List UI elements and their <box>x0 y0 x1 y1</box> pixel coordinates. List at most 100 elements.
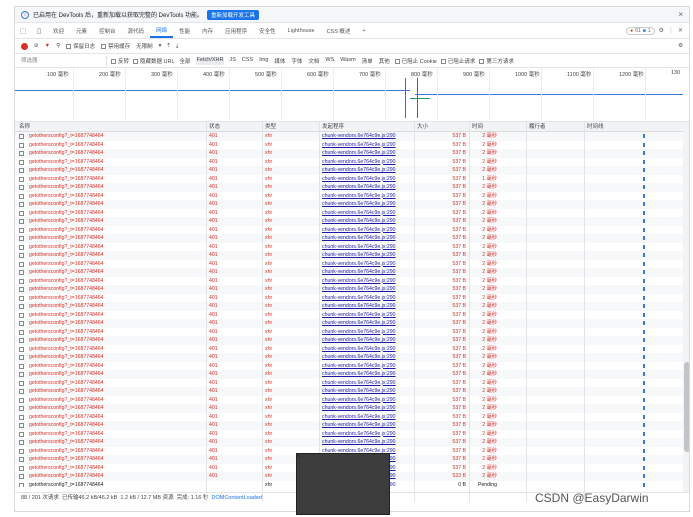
cell-initiator[interactable]: chunk-vendors.6e764c9e.js:290 <box>320 413 413 422</box>
tab-1[interactable]: 元素 <box>70 23 93 38</box>
type-filter-2[interactable]: CSS <box>241 57 254 65</box>
cell-initiator[interactable]: chunk-vendors.6e764c9e.js:290 <box>320 277 413 286</box>
invert-checkbox[interactable]: 反转 <box>111 57 129 65</box>
throttle-select[interactable]: 无限制 <box>136 42 153 50</box>
network-settings-icon[interactable]: ⚙ <box>678 43 683 49</box>
table-row[interactable]: getothersconfig?_t=1687748464 401 xhr chunk… <box>15 277 683 286</box>
cell-initiator[interactable]: chunk-vendors.6e764c9e.js:290 <box>320 438 413 447</box>
cell-initiator[interactable]: chunk-vendors.6e764c9e.js:290 <box>320 345 413 354</box>
cell-initiator[interactable]: chunk-vendors.6e764c9e.js:290 <box>320 234 413 243</box>
cell-initiator[interactable]: chunk-vendors.6e764c9e.js:290 <box>320 209 413 218</box>
cell-initiator[interactable]: chunk-vendors.6e764c9e.js:290 <box>320 243 413 252</box>
cell-initiator[interactable]: chunk-vendors.6e764c9e.js:290 <box>320 328 413 337</box>
cell-initiator[interactable]: chunk-vendors.6e764c9e.js:290 <box>320 192 413 201</box>
cell-initiator[interactable]: chunk-vendors.6e764c9e.js:290 <box>320 311 413 320</box>
type-filter-0[interactable]: Fetch/XHR <box>195 56 225 65</box>
type-filter-5[interactable]: 字体 <box>290 57 303 65</box>
table-row[interactable]: getothersconfig?_t=1687748464 401 xhr chunk… <box>15 285 683 294</box>
cell-initiator[interactable]: chunk-vendors.6e764c9e.js:290 <box>320 379 413 388</box>
table-row[interactable]: getothersconfig?_t=1687748464 401 xhr chunk… <box>15 362 683 371</box>
cell-initiator[interactable]: chunk-vendors.6e764c9e.js:290 <box>320 226 413 235</box>
cell-initiator[interactable]: chunk-vendors.6e764c9e.js:290 <box>320 396 413 405</box>
tab-10[interactable]: CSS 概述 <box>321 23 357 38</box>
column-header[interactable]: 时间 <box>470 122 525 131</box>
tab-3[interactable]: 源代码 <box>122 23 151 38</box>
reload-devtools-button[interactable]: 重新加载开发工具 <box>207 9 260 20</box>
third-party-checkbox[interactable]: 第三方请求 <box>479 57 514 65</box>
cell-initiator[interactable]: chunk-vendors.6e764c9e.js:290 <box>320 362 413 371</box>
tab-6[interactable]: 内存 <box>196 23 219 38</box>
add-tab-button[interactable]: + <box>356 23 371 38</box>
table-row[interactable]: getothersconfig?_t=1687748464 401 xhr chunk… <box>15 302 683 311</box>
tab-8[interactable]: 安全性 <box>253 23 282 38</box>
blocked-requests-checkbox[interactable]: 已阻止请求 <box>440 57 475 65</box>
type-filter-all[interactable]: 全部 <box>179 57 192 65</box>
device-toolbar-icon[interactable]: ▯ <box>34 26 44 36</box>
requests-scrollbar[interactable] <box>683 122 689 502</box>
close-icon[interactable]: × <box>678 10 683 19</box>
type-filter-8[interactable]: Wasm <box>339 57 356 65</box>
table-row[interactable]: getothersconfig?_t=1687748464 401 xhr chunk… <box>15 166 683 175</box>
cell-initiator[interactable]: chunk-vendors.6e764c9e.js:290 <box>320 370 413 379</box>
table-row[interactable]: getothersconfig?_t=1687748464 401 xhr chunk… <box>15 336 683 345</box>
cell-initiator[interactable]: chunk-vendors.6e764c9e.js:290 <box>320 294 413 303</box>
issues-badge[interactable]: ● 61 ■ 1 <box>626 26 655 35</box>
cell-initiator[interactable]: chunk-vendors.6e764c9e.js:290 <box>320 175 413 184</box>
table-row[interactable]: getothersconfig?_t=1687748464 401 xhr chunk… <box>15 311 683 320</box>
table-row[interactable]: getothersconfig?_t=1687748464 401 xhr chunk… <box>15 413 683 422</box>
cell-initiator[interactable]: chunk-vendors.6e764c9e.js:290 <box>320 200 413 209</box>
inspect-element-icon[interactable]: ⬚ <box>18 26 28 36</box>
table-row[interactable]: getothersconfig?_t=1687748464 401 xhr chunk… <box>15 209 683 218</box>
table-row[interactable]: getothersconfig?_t=1687748464 401 xhr chunk… <box>15 251 683 260</box>
table-row[interactable]: getothersconfig?_t=1687748464 401 xhr chunk… <box>15 396 683 405</box>
column-header[interactable]: 名称 <box>17 122 205 131</box>
cell-initiator[interactable]: chunk-vendors.6e764c9e.js:290 <box>320 166 413 175</box>
cell-initiator[interactable]: chunk-vendors.6e764c9e.js:290 <box>320 268 413 277</box>
table-row[interactable]: getothersconfig?_t=1687748464 401 xhr chunk… <box>15 149 683 158</box>
cell-initiator[interactable]: chunk-vendors.6e764c9e.js:290 <box>320 430 413 439</box>
type-filter-4[interactable]: 媒体 <box>273 57 286 65</box>
table-row[interactable]: getothersconfig?_t=1687748464 401 xhr chunk… <box>15 192 683 201</box>
blocked-cookie-checkbox[interactable]: 已阻止 Cookie <box>394 57 437 65</box>
network-overview[interactable]: 100 毫秒 200 毫秒 300 毫秒 400 毫秒 500 毫秒 600 毫秒 700 … <box>15 68 689 122</box>
import-icon[interactable]: ⤒ <box>167 43 169 50</box>
type-filter-9[interactable]: 清单 <box>361 57 374 65</box>
table-row[interactable]: getothersconfig?_t=1687748464 401 xhr chunk… <box>15 268 683 277</box>
table-row[interactable]: getothersconfig?_t=1687748464 401 xhr chunk… <box>15 217 683 226</box>
filter-icon[interactable]: ▼ <box>45 43 50 49</box>
export-icon[interactable]: ⤓ <box>176 43 178 50</box>
cell-initiator[interactable]: chunk-vendors.6e764c9e.js:290 <box>320 132 413 141</box>
customize-icon[interactable]: ⚙ <box>659 27 664 34</box>
cell-initiator[interactable]: chunk-vendors.6e764c9e.js:290 <box>320 141 413 150</box>
type-filter-6[interactable]: 文档 <box>307 57 320 65</box>
table-row[interactable]: getothersconfig?_t=1687748464 401 xhr chunk… <box>15 226 683 235</box>
cell-initiator[interactable]: chunk-vendors.6e764c9e.js:290 <box>320 353 413 362</box>
type-filter-10[interactable]: 其他 <box>378 57 391 65</box>
cell-initiator[interactable]: chunk-vendors.6e764c9e.js:290 <box>320 158 413 167</box>
table-row[interactable]: getothersconfig?_t=1687748464 401 xhr chunk… <box>15 404 683 413</box>
disable-cache-checkbox[interactable]: 禁用缓存 <box>101 42 130 50</box>
tab-5[interactable]: 性能 <box>173 23 196 38</box>
tab-9[interactable]: Lighthouse <box>282 23 321 38</box>
cell-initiator[interactable]: chunk-vendors.6e764c9e.js:290 <box>320 183 413 192</box>
cell-initiator[interactable]: chunk-vendors.6e764c9e.js:290 <box>320 404 413 413</box>
table-row[interactable]: getothersconfig?_t=1687748464 401 xhr chunk… <box>15 141 683 150</box>
more-options-icon[interactable]: ⋮ <box>668 27 674 34</box>
type-filter-1[interactable]: JS <box>228 57 236 65</box>
table-row[interactable]: getothersconfig?_t=1687748464 401 xhr chunk… <box>15 353 683 362</box>
type-filter-3[interactable]: Img <box>258 57 269 65</box>
column-header[interactable]: 大小 <box>415 122 468 131</box>
hide-data-urls-checkbox[interactable]: 隐藏数据 URL <box>133 57 175 65</box>
online-icon[interactable]: ▾ <box>159 43 162 49</box>
table-row[interactable]: getothersconfig?_t=1687748464 401 xhr chunk… <box>15 260 683 269</box>
tab-4[interactable]: 网络 <box>150 23 174 38</box>
table-row[interactable]: getothersconfig?_t=1687748464 401 xhr chunk… <box>15 430 683 439</box>
preserve-log-checkbox[interactable]: 保留日志 <box>66 42 95 50</box>
type-filter-7[interactable]: WS <box>324 57 335 65</box>
table-row[interactable]: getothersconfig?_t=1687748464 401 xhr chunk… <box>15 200 683 209</box>
popup-close-icon[interactable]: × <box>296 453 390 515</box>
column-header[interactable]: 履行者 <box>527 122 583 131</box>
table-row[interactable]: getothersconfig?_t=1687748464 401 xhr chunk… <box>15 132 683 141</box>
search-icon[interactable]: ⚲ <box>56 43 60 49</box>
cell-initiator[interactable]: chunk-vendors.6e764c9e.js:290 <box>320 149 413 158</box>
